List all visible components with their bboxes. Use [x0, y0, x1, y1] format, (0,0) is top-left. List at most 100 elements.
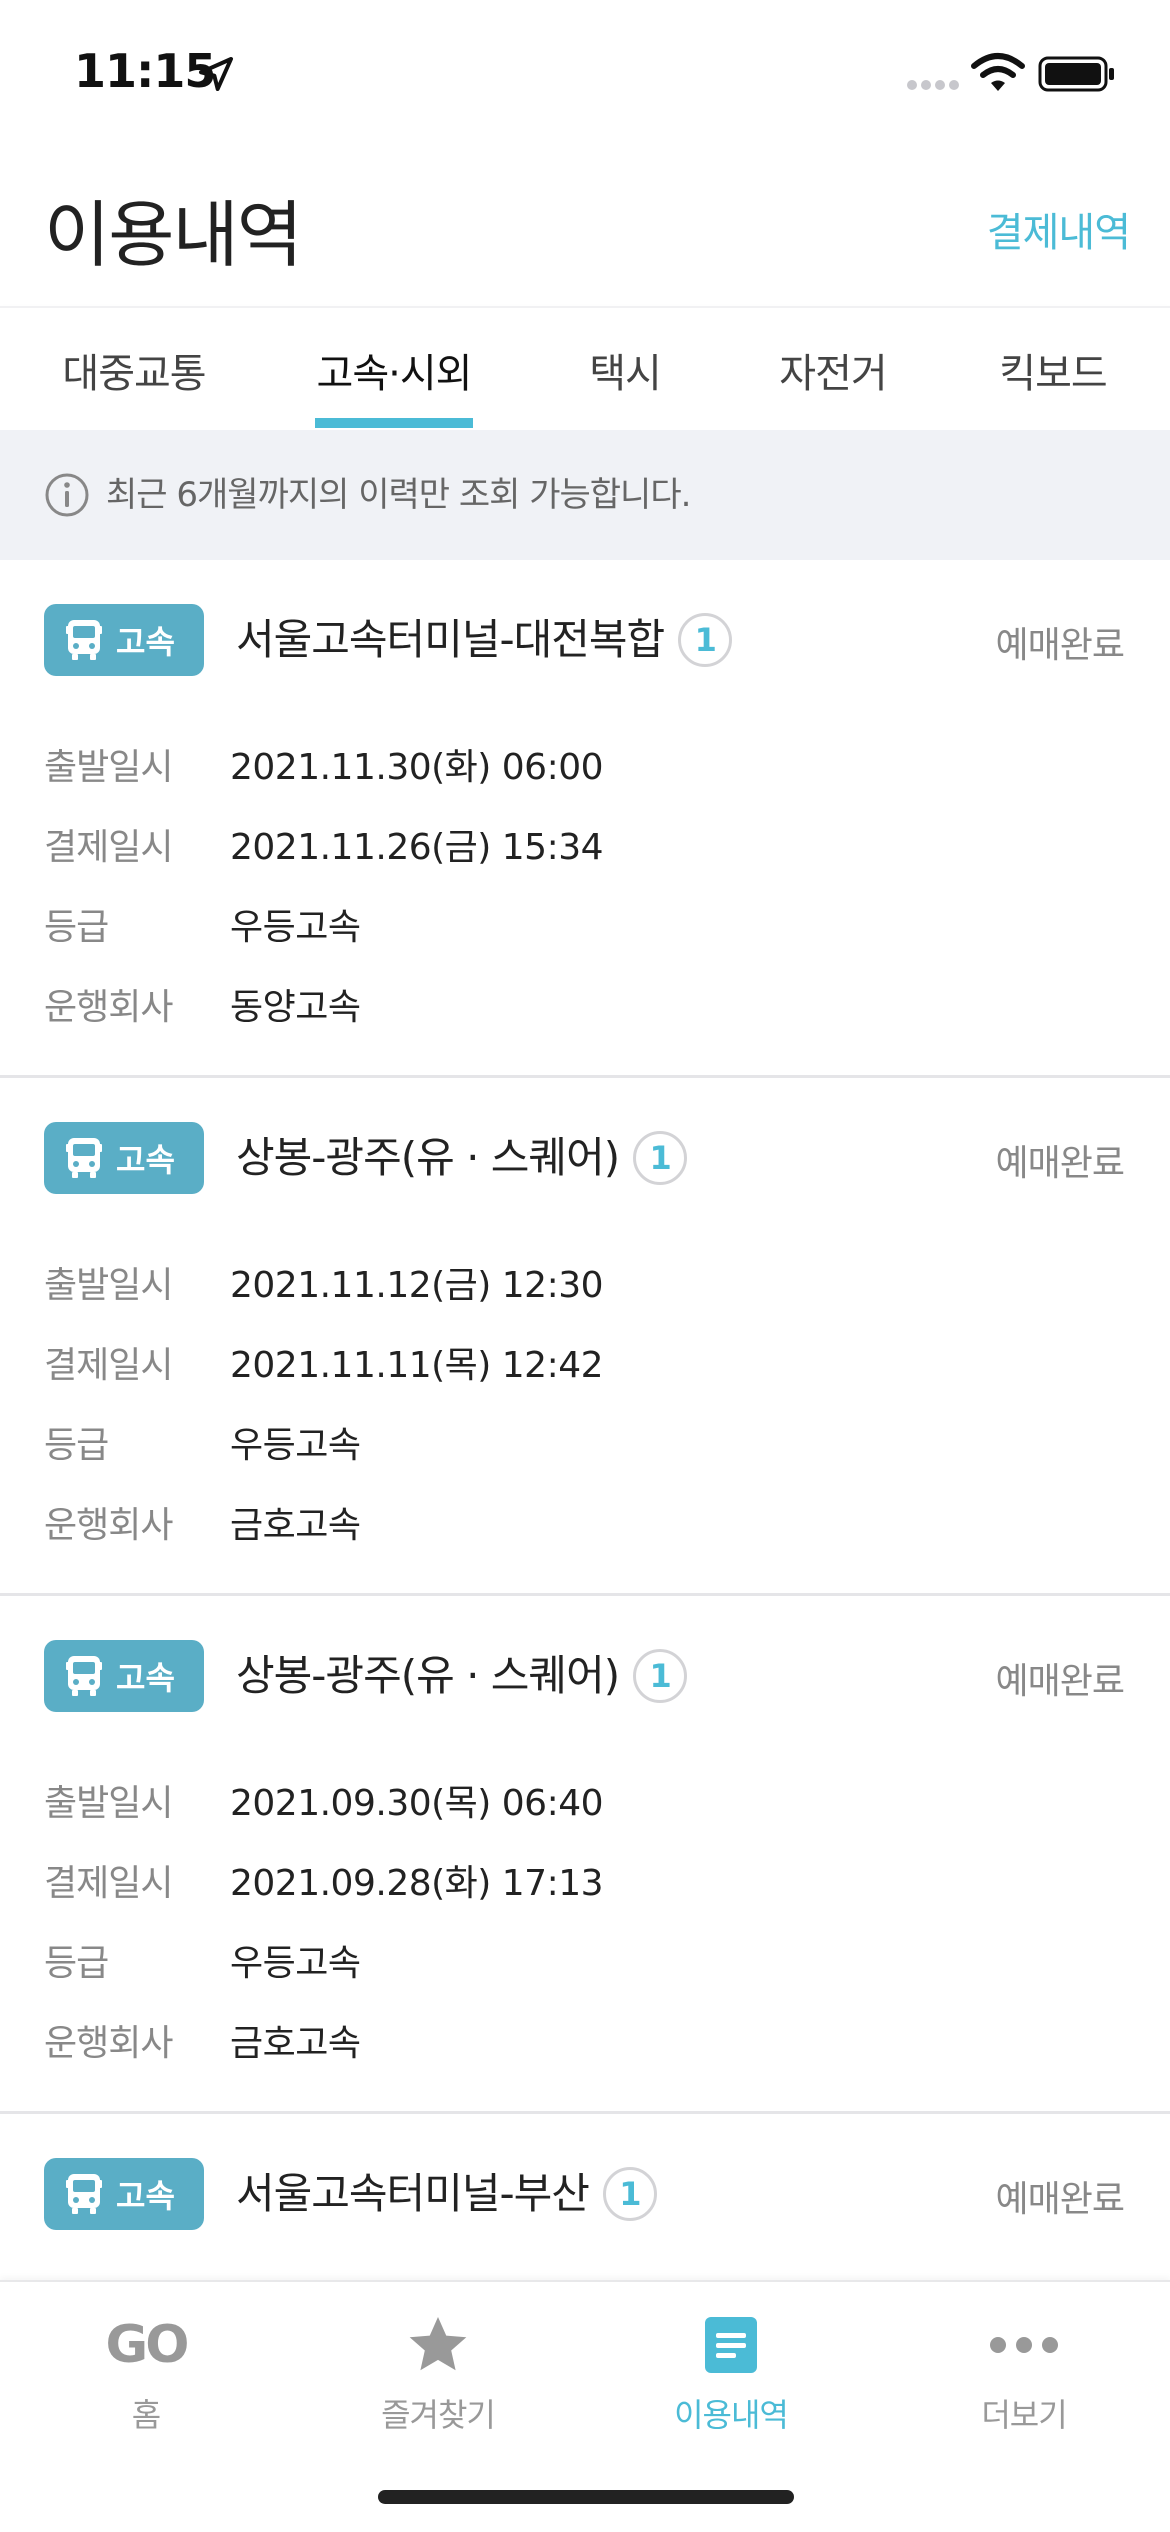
reservation-card[interactable]: 고속 상봉-광주(유 · 스퀘어) 1 예매완료 출발일시 2021.11.12…	[0, 1078, 1170, 1596]
grade-label: 등급	[44, 1943, 109, 1984]
company-label: 운행회사	[44, 987, 173, 1028]
departure-value: 2021.11.12(금) 12:30	[230, 1265, 604, 1306]
departure-row: 출발일시 2021.11.30(화) 06:00	[44, 734, 1124, 794]
payment-label: 결제일시	[44, 827, 173, 868]
cellular-signal-icon	[907, 80, 959, 90]
more-dots-icon-wrap	[989, 2310, 1059, 2380]
tab-taxi[interactable]: 택시	[560, 308, 690, 432]
info-icon	[45, 473, 89, 517]
payment-value: 2021.11.26(금) 15:34	[230, 827, 604, 868]
reservation-status: 예매완료	[995, 1143, 1125, 1184]
nav-more[interactable]: 더보기	[878, 2282, 1170, 2442]
grade-label: 등급	[44, 1425, 109, 1466]
nav-label: 더보기	[981, 2396, 1067, 2434]
grade-row: 등급 우등고속	[44, 1412, 1124, 1472]
more-dots-icon	[990, 2337, 1058, 2353]
grade-value: 우등고속	[230, 1943, 361, 1984]
passenger-count-badge: 1	[602, 2167, 657, 2221]
payment-label: 결제일시	[44, 1345, 173, 1386]
usage-history-screen: 11:15 이용내역 결제내역 대중교통 고속·시외 택시 자전거 킥보드 최근…	[0, 0, 1170, 2532]
grade-value: 우등고속	[230, 907, 361, 948]
company-value: 동양고속	[230, 987, 361, 1028]
tab-kickboard[interactable]: 킥보드	[970, 308, 1136, 432]
location-arrow-icon	[199, 57, 233, 91]
departure-value: 2021.11.30(화) 06:00	[230, 747, 604, 788]
company-row: 운행회사 금호고속	[44, 2010, 1124, 2070]
express-bus-badge: 고속	[44, 1640, 204, 1712]
nav-label: 즐겨찾기	[381, 2396, 496, 2434]
status-bar: 11:15	[0, 0, 1170, 150]
company-value: 금호고속	[230, 1505, 361, 1546]
battery-icon	[1038, 56, 1114, 92]
star-icon-wrap	[405, 2310, 471, 2380]
express-bus-badge: 고속	[44, 1122, 204, 1194]
departure-label: 출발일시	[44, 1783, 173, 1824]
bus-icon	[66, 1138, 102, 1178]
badge-label: 고속	[116, 2177, 175, 2215]
grade-row: 등급 우등고속	[44, 894, 1124, 954]
status-time: 11:15	[74, 44, 216, 98]
reservation-card[interactable]: 고속 상봉-광주(유 · 스퀘어) 1 예매완료 출발일시 2021.09.30…	[0, 1596, 1170, 2114]
list-document-icon-wrap	[703, 2310, 759, 2380]
reservation-status: 예매완료	[995, 625, 1125, 666]
route-text: 서울고속터미널-대전복합	[236, 615, 665, 664]
route-text: 상봉-광주(유 · 스퀘어)	[236, 1651, 620, 1700]
nav-home[interactable]: GO 홈	[0, 2282, 292, 2442]
bus-icon	[66, 620, 102, 660]
badge-label: 고속	[116, 623, 175, 661]
nav-usage-history[interactable]: 이용내역	[585, 2282, 877, 2442]
passenger-count-badge: 1	[633, 1649, 688, 1703]
route-name: 서울고속터미널-부산 1	[236, 2162, 657, 2226]
payment-row: 결제일시 2021.11.11(목) 12:42	[44, 1332, 1124, 1392]
active-tab-indicator	[315, 418, 473, 428]
bus-icon	[66, 1656, 102, 1696]
badge-label: 고속	[116, 1141, 175, 1179]
nav-label: 홈	[131, 2396, 161, 2434]
route-text: 상봉-광주(유 · 스퀘어)	[236, 1133, 620, 1182]
departure-label: 출발일시	[44, 1265, 173, 1306]
reservation-card[interactable]: 고속 서울고속터미널-대전복합 1 예매완료 출발일시 2021.11.30(화…	[0, 560, 1170, 1078]
bus-icon	[66, 2174, 102, 2214]
payment-value: 2021.09.28(화) 17:13	[230, 1863, 604, 1904]
badge-label: 고속	[116, 1659, 175, 1697]
payment-history-link[interactable]: 결제내역	[987, 200, 1131, 258]
wifi-icon	[971, 53, 1025, 91]
nav-favorites[interactable]: 즐겨찾기	[292, 2282, 584, 2442]
payment-value: 2021.11.11(목) 12:42	[230, 1345, 604, 1386]
go-logo-icon: GO	[105, 2310, 190, 2380]
notice-text: 최근 6개월까지의 이력만 조회 가능합니다.	[106, 475, 691, 515]
go-logo-text: GO	[105, 2315, 190, 2375]
company-value: 금호고속	[230, 2023, 361, 2064]
departure-label: 출발일시	[44, 747, 173, 788]
tab-bicycle[interactable]: 자전거	[750, 308, 916, 432]
company-row: 운행회사 금호고속	[44, 1492, 1124, 1552]
company-label: 운행회사	[44, 2023, 173, 2064]
page-title: 이용내역	[44, 193, 303, 277]
list-document-icon	[705, 2317, 757, 2373]
route-name: 상봉-광주(유 · 스퀘어) 1	[236, 1644, 688, 1708]
star-icon	[409, 2316, 467, 2371]
departure-row: 출발일시 2021.09.30(목) 06:40	[44, 1770, 1124, 1830]
home-indicator	[378, 2490, 794, 2504]
grade-label: 등급	[44, 907, 109, 948]
passenger-count-badge: 1	[678, 613, 733, 667]
nav-label: 이용내역	[674, 2396, 789, 2434]
route-name: 상봉-광주(유 · 스퀘어) 1	[236, 1126, 688, 1190]
tab-express-intercity-bus[interactable]: 고속·시외	[300, 308, 488, 432]
tab-public-transit[interactable]: 대중교통	[28, 308, 240, 432]
company-label: 운행회사	[44, 1505, 173, 1546]
route-text: 서울고속터미널-부산	[236, 2169, 590, 2218]
company-row: 운행회사 동양고속	[44, 974, 1124, 1034]
payment-row: 결제일시 2021.09.28(화) 17:13	[44, 1850, 1124, 1910]
grade-value: 우등고속	[230, 1425, 361, 1466]
reservation-status: 예매완료	[995, 2179, 1125, 2220]
departure-row: 출발일시 2021.11.12(금) 12:30	[44, 1252, 1124, 1312]
express-bus-badge: 고속	[44, 2158, 204, 2230]
express-bus-badge: 고속	[44, 604, 204, 676]
route-name: 서울고속터미널-대전복합 1	[236, 608, 733, 672]
payment-label: 결제일시	[44, 1863, 173, 1904]
reservation-status: 예매완료	[995, 1661, 1125, 1702]
departure-value: 2021.09.30(목) 06:40	[230, 1783, 604, 1824]
payment-row: 결제일시 2021.11.26(금) 15:34	[44, 814, 1124, 874]
grade-row: 등급 우등고속	[44, 1930, 1124, 1990]
